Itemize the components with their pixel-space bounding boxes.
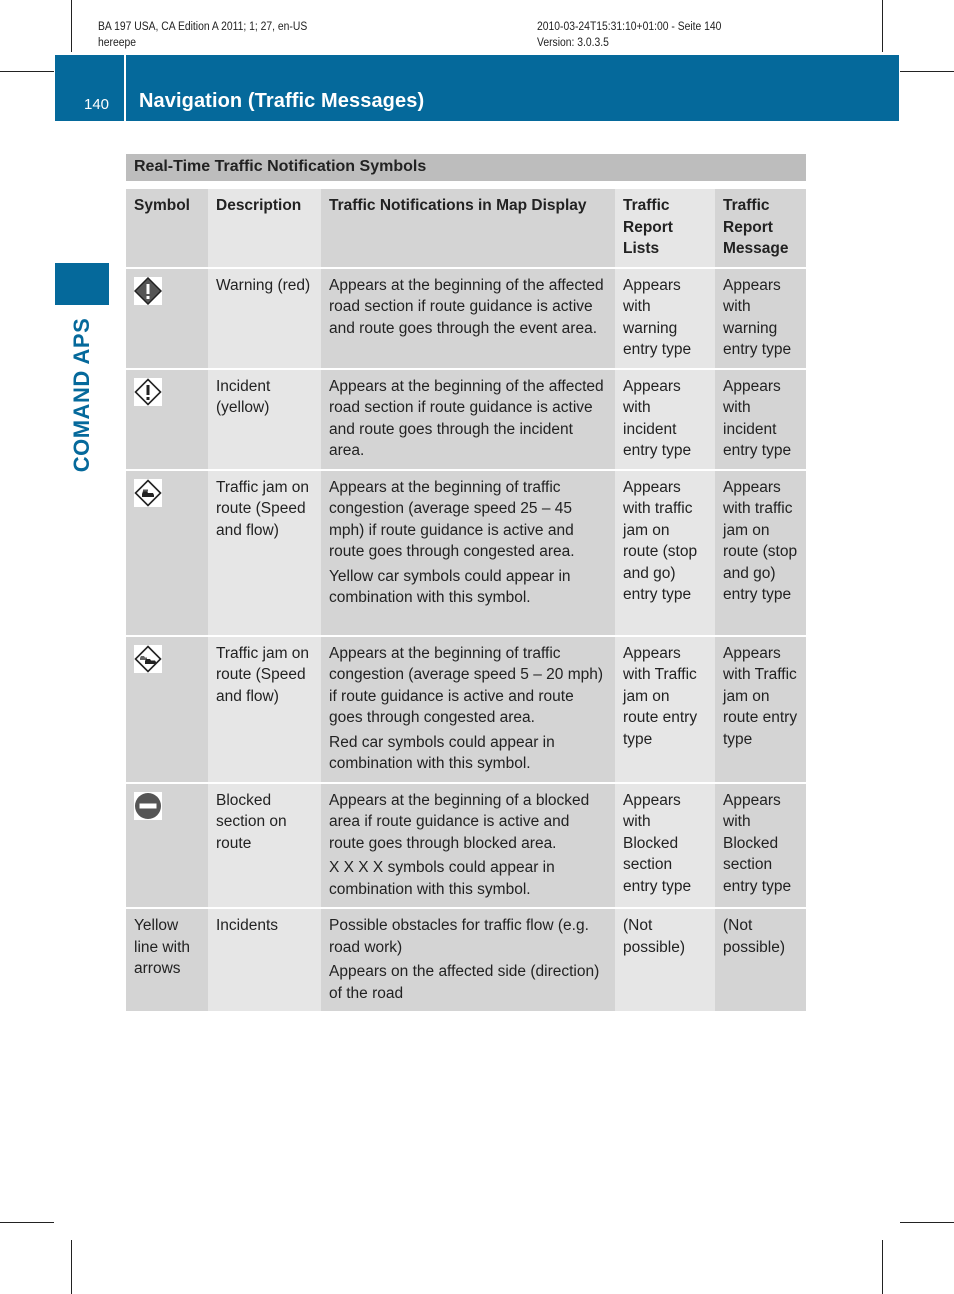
map-display-cell: Appears at the beginning of the affected…	[321, 368, 615, 470]
print-meta-version: Version: 3.0.3.5	[537, 37, 609, 49]
map-display-cell: Appears at the beginning of a blocked ar…	[321, 782, 615, 908]
map-display-text: Possible obstacles for traffic flow (e.g…	[329, 917, 589, 956]
print-meta-edition: BA 197 USA, CA Edition A 2011; 1; 27, en…	[98, 21, 308, 33]
traffic-jam-stop-go-icon	[134, 644, 162, 673]
map-display-text: Appears at the beginning of the affected…	[329, 377, 604, 460]
incident-outline-diamond-icon	[134, 377, 162, 406]
traffic-symbols-table: Symbol Description Traffic Notifications…	[126, 189, 806, 1011]
report-message-cell: (Not possible)	[715, 908, 806, 1011]
report-lists-cell: Appears with warning entry type	[615, 267, 715, 369]
table-row: Blocked section on route Appears at the …	[126, 782, 806, 908]
column-header-report-lists: Traffic Report Lists	[615, 189, 715, 268]
page-title: Navigation (Traffic Messages)	[139, 90, 425, 112]
report-message-cell: Appears with warning entry type	[715, 267, 806, 369]
description-cell: Incidents	[208, 908, 321, 1011]
map-display-cell: Appears at the beginning of traffic cong…	[321, 635, 615, 783]
warning-filled-diamond-icon	[134, 276, 162, 305]
map-display-note: Yellow car symbols could appear in combi…	[329, 567, 571, 607]
print-meta-right: 2010-03-24T15:31:10+01:00 - Seite 140 Ve…	[537, 19, 721, 51]
print-meta-left: BA 197 USA, CA Edition A 2011; 1; 27, en…	[98, 19, 307, 51]
symbol-cell	[126, 782, 208, 908]
crop-mark	[882, 1240, 883, 1294]
symbol-cell: Yellow line with arrows	[126, 908, 208, 1011]
symbol-cell	[126, 635, 208, 783]
map-display-cell: Appears at the beginning of traffic cong…	[321, 469, 615, 636]
map-display-text: Appears at the beginning of traffic cong…	[329, 478, 575, 561]
report-lists-cell: (Not possible)	[615, 908, 715, 1011]
table-row: Traffic jam on route (Speed and flow) Ap…	[126, 469, 806, 636]
report-lists-cell: Appears with incident entry type	[615, 368, 715, 470]
map-display-text: Appears at the beginning of a blocked ar…	[329, 791, 590, 852]
table-row: Yellow line with arrows Incidents Possib…	[126, 908, 806, 1011]
column-header-symbol: Symbol	[126, 189, 208, 268]
map-display-text: Appears at the beginning of traffic cong…	[329, 644, 604, 727]
description-cell: Traffic jam on route (Speed and flow)	[208, 469, 321, 636]
table-row: Traffic jam on route (Speed and flow) Ap…	[126, 635, 806, 783]
map-display-text: Appears at the beginning of the affected…	[329, 276, 604, 337]
report-message-cell: Appears with Traffic jam on route entry …	[715, 635, 806, 783]
header-divider	[124, 55, 126, 121]
symbol-cell	[126, 267, 208, 369]
symbol-cell	[126, 469, 208, 636]
table-row: Warning (red) Appears at the beginning o…	[126, 267, 806, 369]
report-message-cell: Appears with incident entry type	[715, 368, 806, 470]
column-header-description: Description	[208, 189, 321, 268]
description-cell: Incident (yellow)	[208, 368, 321, 470]
column-header-report-message: Traffic Report Message	[715, 189, 806, 268]
crop-mark	[0, 1222, 54, 1223]
page-number: 140	[84, 96, 110, 113]
map-display-cell: Appears at the beginning of the affected…	[321, 267, 615, 369]
description-cell: Warning (red)	[208, 267, 321, 369]
crop-mark	[882, 0, 883, 52]
blocked-section-icon	[134, 791, 162, 820]
chapter-tab-label: COMAND APS	[69, 317, 94, 473]
print-meta-timestamp: 2010-03-24T15:31:10+01:00 - Seite 140	[537, 21, 722, 33]
column-header-map-display: Traffic Notifications in Map Display	[321, 189, 615, 268]
report-lists-cell: Appears with Traffic jam on route entry …	[615, 635, 715, 783]
crop-mark	[71, 1240, 72, 1294]
report-message-cell: Appears with traffic jam on route (stop …	[715, 469, 806, 636]
report-lists-cell: Appears with Blocked section entry type	[615, 782, 715, 908]
description-cell: Blocked section on route	[208, 782, 321, 908]
description-cell: Traffic jam on route (Speed and flow)	[208, 635, 321, 783]
crop-mark	[71, 0, 72, 52]
report-message-cell: Appears with Blocked section entry type	[715, 782, 806, 908]
crop-mark	[0, 71, 54, 72]
crop-mark	[900, 1222, 954, 1223]
table-header-row: Symbol Description Traffic Notifications…	[126, 189, 806, 268]
map-display-cell: Possible obstacles for traffic flow (e.g…	[321, 908, 615, 1011]
map-display-note: X X X X symbols could appear in combinat…	[329, 859, 555, 898]
traffic-jam-speed-flow-icon	[134, 478, 162, 507]
crop-mark	[900, 71, 954, 72]
report-lists-cell: Appears with traffic jam on route (stop …	[615, 469, 715, 636]
symbol-cell	[126, 368, 208, 470]
map-display-note: Red car symbols could appear in combinat…	[329, 733, 555, 773]
table-row: Incident (yellow) Appears at the beginni…	[126, 368, 806, 470]
chapter-tab-marker	[55, 263, 109, 305]
print-meta-author: hereepe	[98, 37, 136, 49]
map-display-note: Appears on the affected side (direction)…	[329, 963, 600, 1002]
table-title: Real-Time Traffic Notification Symbols	[126, 154, 806, 181]
